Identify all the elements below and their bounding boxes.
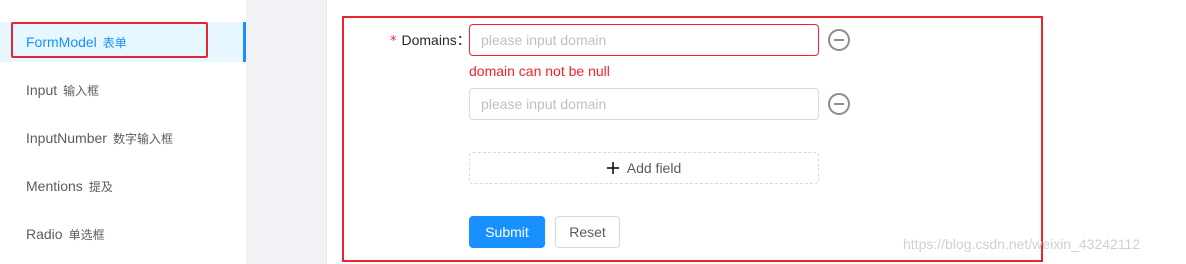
add-field-button[interactable]: Add field [469, 152, 819, 184]
sidebar-item-formmodel[interactable]: FormModel 表单 [0, 22, 246, 62]
sidebar-item-sublabel: 表单 [102, 36, 127, 50]
sidebar-item-label: Input [26, 82, 58, 98]
minus-circle-icon[interactable] [828, 29, 850, 51]
sidebar-item-input[interactable]: Input 输入框 [0, 70, 246, 110]
sidebar-item-label: Mentions [26, 178, 83, 194]
sidebar-item-sublabel: 数字输入框 [112, 132, 173, 146]
sidebar-item-radio[interactable]: Radio 单选框 [0, 214, 246, 254]
domains-label-text: Domains [401, 32, 457, 48]
sidebar-item-inputnumber[interactable]: InputNumber 数字输入框 [0, 118, 246, 158]
reset-label: Reset [569, 224, 606, 240]
sidebar-item-label: InputNumber [26, 130, 107, 146]
domain-error-message: domain can not be null [469, 63, 610, 79]
sidebar-menu: FormModel 表单 Input 输入框 InputNumber 数字输入框 Me… [0, 0, 246, 264]
minus-circle-icon[interactable] [828, 93, 850, 115]
sidebar-item-mentions[interactable]: Mentions 提及 [0, 166, 246, 206]
divider [326, 0, 327, 264]
domain-input-1[interactable] [469, 24, 819, 56]
required-mark: * [390, 34, 397, 49]
domains-label: * Domains： [390, 30, 471, 52]
sidebar-item-label: Radio [26, 226, 63, 242]
submit-button[interactable]: Submit [469, 216, 545, 248]
content-gutter [246, 0, 326, 264]
plus-icon [606, 162, 619, 174]
submit-label: Submit [485, 224, 529, 240]
watermark-text: https://blog.csdn.net/weixin_43242112 [903, 236, 1141, 252]
add-field-label: Add field [626, 160, 682, 176]
sidebar-item-sublabel: 提及 [88, 180, 113, 194]
sidebar-item-sublabel: 单选框 [68, 228, 105, 242]
domain-input-2[interactable] [469, 88, 819, 120]
sidebar-item-label: FormModel [26, 34, 97, 50]
sidebar-item-sublabel: 输入框 [63, 84, 100, 98]
reset-button[interactable]: Reset [555, 216, 620, 248]
